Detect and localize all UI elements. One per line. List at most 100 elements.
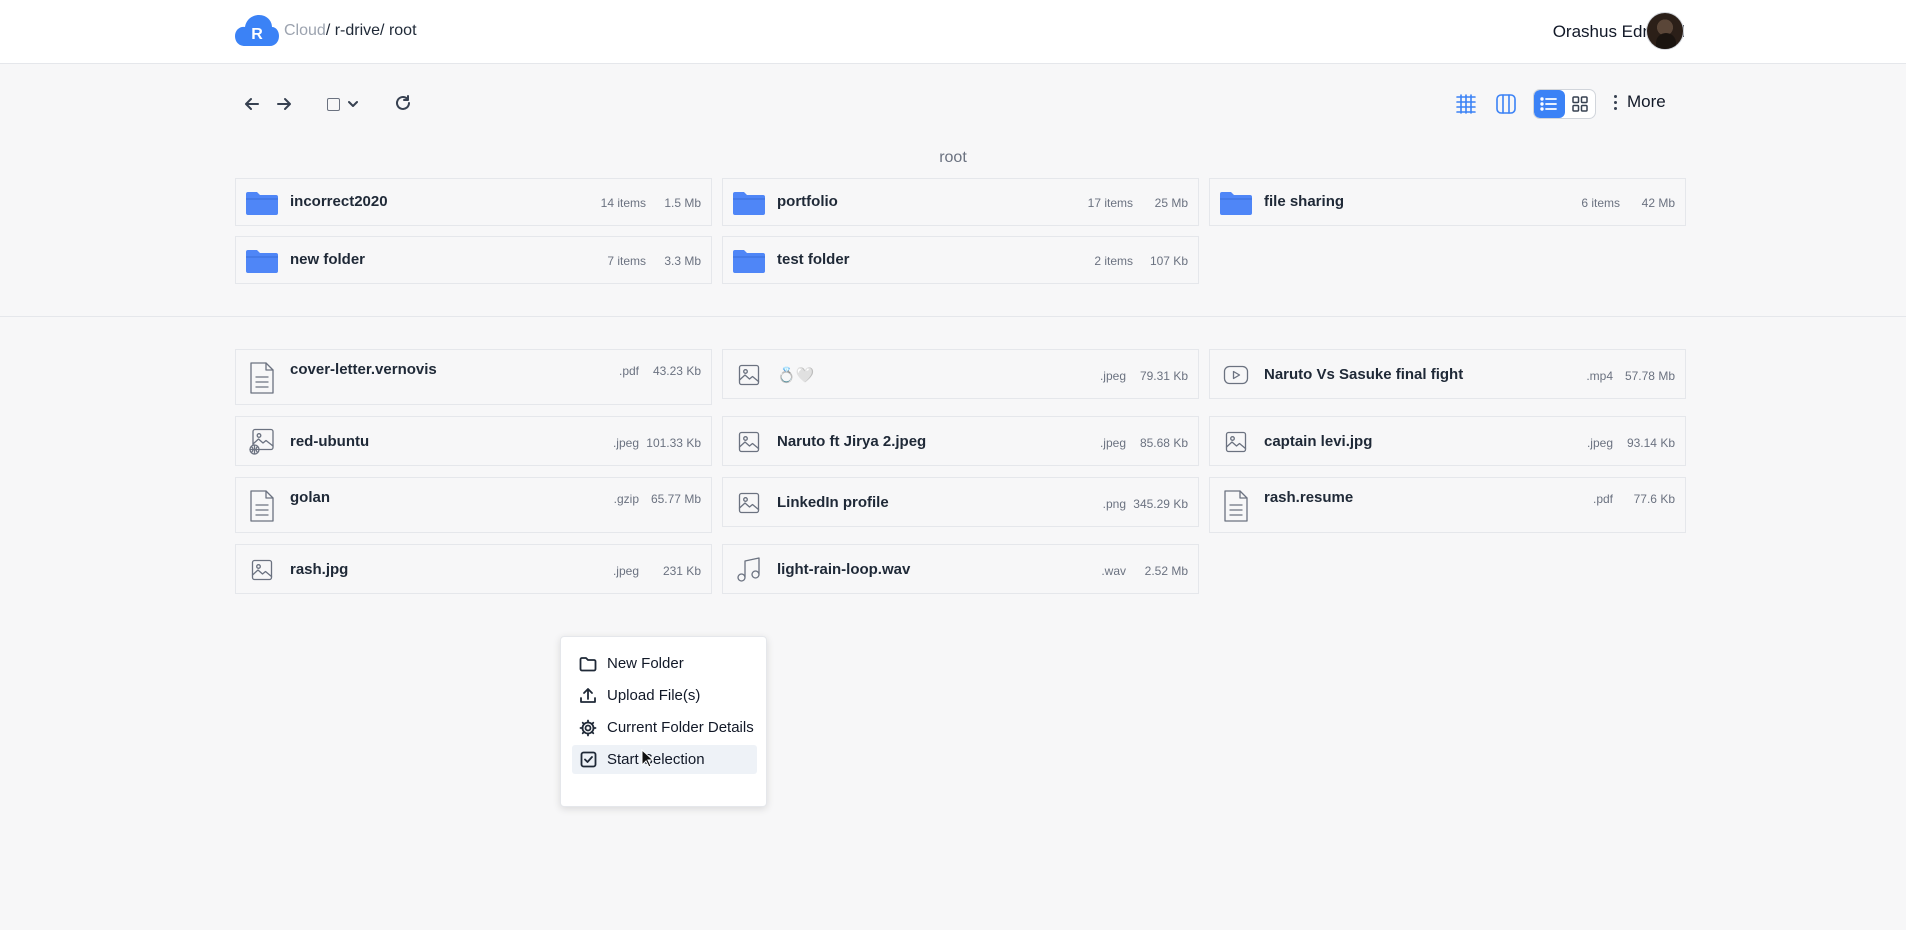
list-view-icon[interactable]	[1534, 90, 1565, 118]
folder-icon	[1220, 187, 1252, 219]
context-menu: New Folder Upload File(s) Current Folder…	[560, 636, 767, 807]
checkbox-icon	[326, 97, 340, 111]
file-card[interactable]: Naruto ft Jirya 2.jpeg .jpeg 85.68 Kb	[722, 416, 1199, 466]
file-size: 57.78 Mb	[1624, 369, 1675, 383]
file-size: 345.29 Kb	[1133, 497, 1188, 511]
folder-size: 25 Mb	[1154, 196, 1188, 210]
folder-item-count: 17 items	[1087, 196, 1133, 210]
section-title: root	[939, 149, 967, 166]
document-icon	[246, 490, 278, 522]
file-name: red-ubuntu	[290, 433, 370, 450]
checkbox-icon	[578, 750, 598, 770]
breadcrumb-cloud[interactable]: Cloud	[284, 22, 326, 40]
folder-name: new folder	[290, 251, 366, 268]
folder-card[interactable]: portfolio 17 items 25 Mb	[722, 178, 1199, 226]
columns-view-icon[interactable]	[1494, 92, 1518, 116]
folder-size: 42 Mb	[1641, 196, 1675, 210]
folder-name: test folder	[777, 251, 850, 268]
file-card[interactable]: golan .gzip 65.77 Mb	[235, 477, 712, 533]
file-extension: .jpeg	[612, 436, 639, 450]
file-card[interactable]: rash.resume .pdf 77.6 Kb	[1209, 477, 1686, 533]
menu-item-new-folder[interactable]: New Folder	[572, 649, 757, 678]
file-name: light-rain-loop.wav	[777, 561, 911, 578]
file-extension: .jpeg	[1099, 436, 1126, 450]
file-extension: .jpeg	[612, 564, 639, 578]
folder-name: portfolio	[777, 193, 838, 210]
image-icon	[733, 426, 765, 458]
folder-card[interactable]: incorrect2020 14 items 1.5 Mb	[235, 178, 712, 226]
menu-item-current-folder-details[interactable]: Current Folder Details	[572, 713, 757, 742]
image-globe-icon	[246, 426, 278, 458]
file-size: 93.14 Kb	[1626, 436, 1675, 450]
image-icon	[1220, 426, 1252, 458]
menu-item-label: New Folder	[607, 655, 684, 672]
file-card[interactable]: 💍🤍 .jpeg 79.31 Kb	[722, 349, 1199, 399]
file-size: 101.33 Kb	[646, 436, 701, 450]
forward-arrow-icon[interactable]	[274, 94, 294, 114]
file-extension: .wav	[1101, 564, 1126, 578]
file-size: 2.52 Mb	[1144, 564, 1188, 578]
folder-card[interactable]: new folder 7 items 3.3 Mb	[235, 236, 712, 284]
file-card[interactable]: light-rain-loop.wav .wav 2.52 Mb	[722, 544, 1199, 594]
folder-card[interactable]: file sharing 6 items 42 Mb	[1209, 178, 1686, 226]
file-extension: .pdf	[618, 364, 639, 378]
file-card[interactable]: cover-letter.vernovis .pdf 43.23 Kb	[235, 349, 712, 405]
music-icon	[733, 554, 765, 586]
image-icon	[733, 359, 765, 391]
file-name: 💍🤍	[777, 367, 815, 384]
document-icon	[1220, 490, 1252, 522]
file-extension: .pdf	[1592, 492, 1613, 506]
folder-item-count: 6 items	[1581, 196, 1620, 210]
file-size: 43.23 Kb	[652, 364, 701, 378]
folder-size: 1.5 Mb	[664, 196, 701, 210]
file-card[interactable]: rash.jpg .jpeg 231 Kb	[235, 544, 712, 594]
svg-text:R: R	[251, 26, 263, 43]
file-card[interactable]: captain levi.jpg .jpeg 93.14 Kb	[1209, 416, 1686, 466]
folder-item-count: 2 items	[1094, 254, 1133, 268]
refresh-icon[interactable]	[392, 92, 414, 114]
file-card[interactable]: red-ubuntu .jpeg 101.33 Kb	[235, 416, 712, 466]
file-card[interactable]: LinkedIn profile .png 345.29 Kb	[722, 477, 1199, 527]
folder-outline-icon	[578, 654, 598, 674]
menu-item-label: Upload File(s)	[607, 687, 701, 704]
document-icon	[246, 362, 278, 394]
folder-name: file sharing	[1264, 193, 1345, 210]
breadcrumb: Cloud / r-drive / root	[284, 22, 417, 40]
menu-item-label: Current Folder Details	[607, 719, 754, 736]
breadcrumb-drive[interactable]: / r-drive	[326, 22, 380, 40]
file-name: rash.jpg	[290, 561, 349, 578]
folder-item-count: 14 items	[600, 196, 646, 210]
file-name: LinkedIn profile	[777, 494, 889, 511]
upload-icon	[578, 686, 598, 706]
file-size: 85.68 Kb	[1139, 436, 1188, 450]
avatar[interactable]	[1646, 12, 1684, 50]
cloud-logo-icon: R	[235, 15, 279, 46]
back-arrow-icon[interactable]	[242, 94, 262, 114]
folder-item-count: 7 items	[607, 254, 646, 268]
file-size: 231 Kb	[662, 564, 701, 578]
grid-view-icon[interactable]	[1565, 90, 1596, 118]
image-icon	[246, 554, 278, 586]
grid-table-view-icon[interactable]	[1454, 92, 1478, 116]
folder-icon	[733, 187, 765, 219]
breadcrumb-root[interactable]: / root	[380, 22, 416, 40]
file-name: rash.resume	[1264, 489, 1354, 506]
more-vertical-icon	[1614, 94, 1617, 110]
folder-icon	[246, 245, 278, 277]
file-name: captain levi.jpg	[1264, 433, 1373, 450]
menu-item-label: Start Selection	[607, 751, 705, 768]
menu-item-upload-files[interactable]: Upload File(s)	[572, 681, 757, 710]
select-dropdown[interactable]	[322, 94, 362, 114]
menu-item-start-selection[interactable]: Start Selection	[572, 745, 757, 774]
folder-card[interactable]: test folder 2 items 107 Kb	[722, 236, 1199, 284]
file-card[interactable]: Naruto Vs Sasuke final fight .mp4 57.78 Mb	[1209, 349, 1686, 399]
folder-size: 107 Kb	[1149, 254, 1188, 268]
file-name: golan	[290, 489, 330, 506]
file-size: 65.77 Mb	[650, 492, 701, 506]
folder-icon	[733, 245, 765, 277]
section-divider	[0, 316, 1906, 317]
more-button[interactable]: More	[1614, 92, 1666, 112]
brand-logo[interactable]: R	[235, 14, 279, 48]
folder-name: incorrect2020	[290, 193, 388, 210]
file-size: 77.6 Kb	[1633, 492, 1675, 506]
